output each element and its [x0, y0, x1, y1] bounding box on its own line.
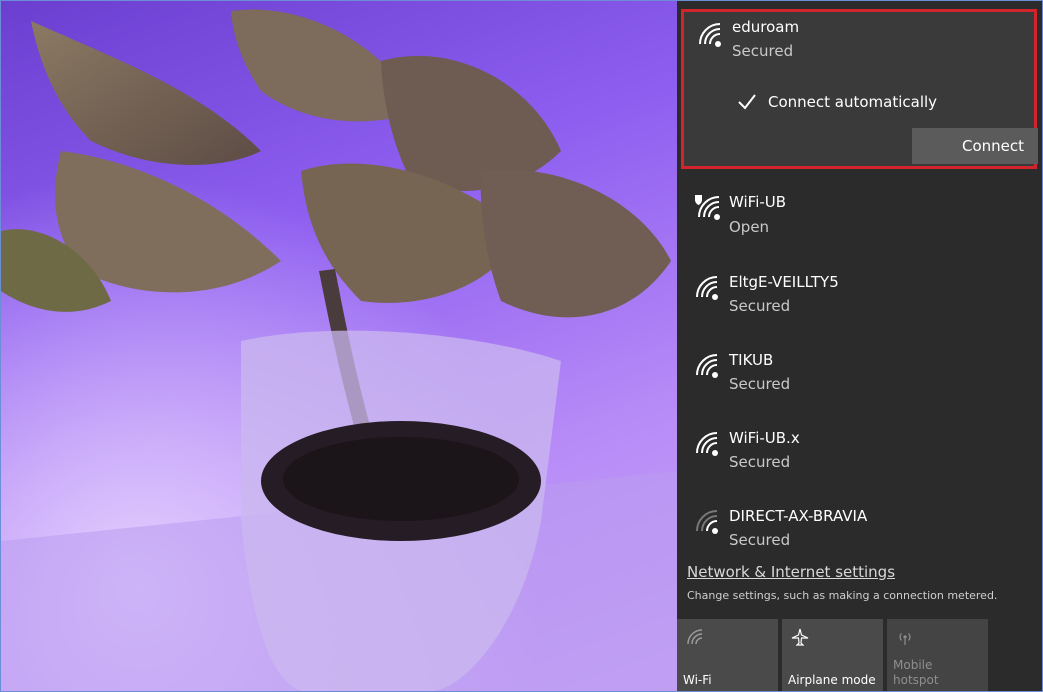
connect-button[interactable]: Connect [912, 128, 1038, 164]
network-status: Secured [732, 42, 794, 60]
airplane-mode-label: Airplane mode [788, 673, 876, 687]
network-list-item[interactable]: WiFi-UB.x Secured [677, 415, 1042, 485]
hotspot-icon [899, 633, 911, 645]
screen: eduroam Secured Connect automatically Co… [0, 0, 1043, 692]
wifi-toggle-tile[interactable]: Wi-Fi [677, 619, 778, 691]
network-name: DIRECT-AX-BRAVIA [729, 507, 868, 525]
network-status: Secured [729, 375, 791, 393]
airplane-icon [791, 628, 809, 646]
connect-automatically-label: Connect automatically [768, 93, 938, 111]
wifi-open-shield-icon [695, 195, 720, 220]
network-list-item[interactable]: DIRECT-AX-BRAVIA Secured [677, 493, 1042, 563]
wifi-secured-icon [696, 432, 718, 456]
mobile-hotspot-tile[interactable]: Mobile hotspot [887, 619, 988, 691]
network-status: Secured [729, 297, 791, 315]
wifi-tile-label: Wi-Fi [683, 673, 712, 687]
network-name: TIKUB [729, 351, 774, 369]
wifi-secured-icon [699, 23, 721, 47]
network-flyout: eduroam Secured Connect automatically Co… [677, 1, 1042, 691]
network-list-item[interactable]: EltgE-VEILLTY5 Secured [677, 259, 1042, 329]
network-status: Secured [729, 453, 791, 471]
network-status: Open [729, 218, 770, 236]
selected-network-panel[interactable]: eduroam Secured Connect automatically Co… [681, 9, 1038, 169]
checkmark-icon [738, 94, 756, 110]
network-status: Secured [729, 531, 791, 549]
connect-automatically-checkbox[interactable]: Connect automatically [736, 90, 937, 114]
network-list-item[interactable]: WiFi-UB Open [677, 181, 1042, 251]
airplane-mode-tile[interactable]: Airplane mode [782, 619, 883, 691]
network-name: EltgE-VEILLTY5 [729, 273, 839, 291]
network-name: eduroam [732, 18, 800, 36]
network-name: WiFi-UB [729, 193, 787, 211]
network-list-item[interactable]: TIKUB Secured [677, 337, 1042, 407]
wifi-secured-icon [696, 276, 718, 300]
network-settings-link[interactable]: Network & Internet settings [687, 563, 895, 581]
wifi-weak-icon [696, 510, 718, 534]
wifi-icon [687, 629, 703, 645]
network-settings-description: Change settings, such as making a connec… [687, 589, 998, 602]
plant-photo [1, 1, 677, 691]
wifi-secured-icon [696, 354, 718, 378]
network-name: WiFi-UB.x [729, 429, 800, 447]
mobile-hotspot-label: Mobile hotspot [893, 658, 939, 687]
desktop-wallpaper [1, 1, 677, 691]
